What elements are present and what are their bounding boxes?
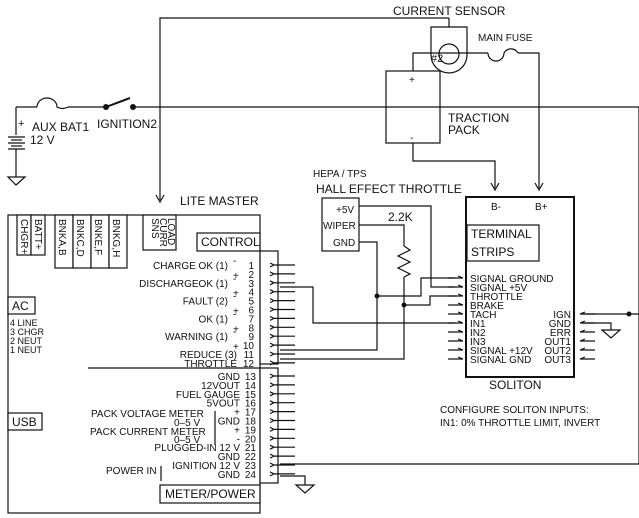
- top-connector-label: BNKC,D: [74, 219, 85, 257]
- control-row-sign: -: [233, 309, 236, 320]
- meter-row-label: GND: [218, 470, 240, 481]
- throttle-wire: [280, 277, 405, 360]
- ground-icon: [600, 329, 622, 339]
- main-fuse-icon: [487, 48, 519, 62]
- control-row-sign: -: [233, 292, 236, 303]
- aux-battery-voltage: 12 V: [30, 133, 55, 147]
- config-note: IN1: 0% THROTTLE LIMIT, INVERT: [440, 418, 600, 429]
- current-sensor-body: [430, 26, 468, 74]
- top-connector-label: BNKE,F: [92, 219, 103, 255]
- terminal-pin[interactable]: [448, 329, 464, 333]
- hall-pin-5v: +5V: [336, 205, 354, 216]
- traction-pack-label: PACK: [448, 123, 480, 137]
- current-sensor-label: CURRENT SENSOR: [393, 4, 506, 18]
- gnd-wire: [280, 475, 306, 485]
- top-connector-label: CHGR+: [18, 219, 29, 254]
- control-row-label: CHARGE OK (1): [153, 261, 228, 272]
- power-in-label: POWER IN: [106, 466, 157, 477]
- fuse-to-bplus-wire: [518, 52, 540, 188]
- top-connector-label: BATT+: [32, 219, 43, 250]
- junction-dot: [626, 311, 632, 317]
- terminal-pin[interactable]: [579, 347, 595, 351]
- meter-power-label: METER/POWER: [165, 487, 256, 501]
- soliton-gnd-wire: [582, 322, 612, 330]
- control-row-label: WARNING (1): [165, 332, 228, 343]
- terminal-pin[interactable]: [448, 356, 464, 360]
- terminal-pin[interactable]: [448, 284, 464, 288]
- aux-battery-label: AUX BAT1: [32, 120, 89, 134]
- control-row-label: THROTTLE: [184, 359, 237, 370]
- current-sensor-marker: #2: [431, 53, 443, 65]
- ground-icon: [6, 176, 27, 186]
- resistor-label: 2.2K: [388, 210, 413, 224]
- soliton-title: SOLITON: [489, 378, 541, 392]
- soliton-left-pin: SIGNAL GND: [470, 355, 531, 366]
- control-row-label: FAULT (2): [183, 297, 228, 308]
- terminal-pin[interactable]: [448, 275, 464, 279]
- terminal-pin[interactable]: [448, 347, 464, 351]
- terminal-strips-label: TERMINAL: [471, 227, 532, 241]
- throttle-gnd-wire: [280, 241, 378, 351]
- throttle-wiper-wire: [359, 224, 405, 246]
- terminal-pin[interactable]: [448, 293, 464, 297]
- top-connector-label: BNKG,H: [110, 219, 121, 257]
- junction-dot: [374, 293, 380, 299]
- soliton-b-plus: B+: [535, 202, 548, 213]
- hall-throttle-title: HALL EFFECT THROTTLE: [316, 182, 462, 196]
- meter-pin-number: 24: [245, 470, 257, 481]
- junction-dot: [401, 302, 407, 308]
- soliton-b-minus: B-: [491, 202, 501, 213]
- traction-pack-minus: -: [410, 133, 413, 144]
- terminal-pin[interactable]: [448, 311, 464, 315]
- config-note: CONFIGURE SOLITON INPUTS:: [440, 405, 589, 416]
- control-row-label: OK (1): [199, 314, 228, 325]
- pack-positive-wire: [412, 52, 488, 71]
- usb-label: USB: [12, 415, 37, 429]
- control-pin-number: 12: [243, 359, 255, 370]
- hall-pin-wiper: WIPER: [323, 221, 356, 232]
- control-row-sign: -: [233, 327, 236, 338]
- battery-icon: [8, 136, 25, 150]
- ac-pin: 1 NEUT: [10, 345, 43, 355]
- ignition-switch-label: IGNITION2: [97, 117, 157, 131]
- terminal-pin[interactable]: [579, 356, 595, 360]
- hall-pin-gnd: GND: [333, 238, 355, 249]
- wiring-diagram: CURRENT SENSOR #2 MAIN FUSE + - TRACTION…: [6, 4, 639, 514]
- terminal-pin[interactable]: [579, 338, 595, 342]
- top-connector-label: BNKA,B: [56, 219, 67, 256]
- terminal-pin[interactable]: [448, 338, 464, 342]
- control-row-sign: -: [233, 256, 236, 267]
- traction-pack-plus: +: [409, 75, 415, 86]
- resistor-icon: [396, 245, 412, 278]
- terminal-pin[interactable]: [448, 302, 464, 306]
- control-label: CONTROL: [201, 235, 260, 249]
- ac-label: AC: [12, 299, 29, 313]
- throttle-signal-wire: [404, 295, 455, 306]
- battery-plus: +: [18, 118, 24, 130]
- soliton-right-pin: OUT3: [544, 355, 571, 366]
- terminal-strips-label: STRIPS: [471, 245, 514, 259]
- aux-fuse-icon: [36, 97, 69, 110]
- ignition-switch-icon[interactable]: [105, 97, 131, 108]
- control-terminal-strip: [259, 250, 279, 365]
- terminal-pin[interactable]: [448, 320, 464, 324]
- load-sense-label: SNS: [149, 218, 160, 239]
- hall-throttle-subtitle: HEPA / TPS: [313, 169, 367, 180]
- lite-master-title: LITE MASTER: [180, 194, 259, 208]
- terminal-pin[interactable]: [579, 329, 595, 333]
- control-row-label: DISCHARGEOK (1): [139, 279, 228, 290]
- pack-current-range: 0–5 V: [174, 435, 200, 446]
- control-row-sign: -: [233, 274, 236, 285]
- ground-icon: [294, 484, 316, 494]
- main-fuse-label: MAIN FUSE: [478, 33, 533, 44]
